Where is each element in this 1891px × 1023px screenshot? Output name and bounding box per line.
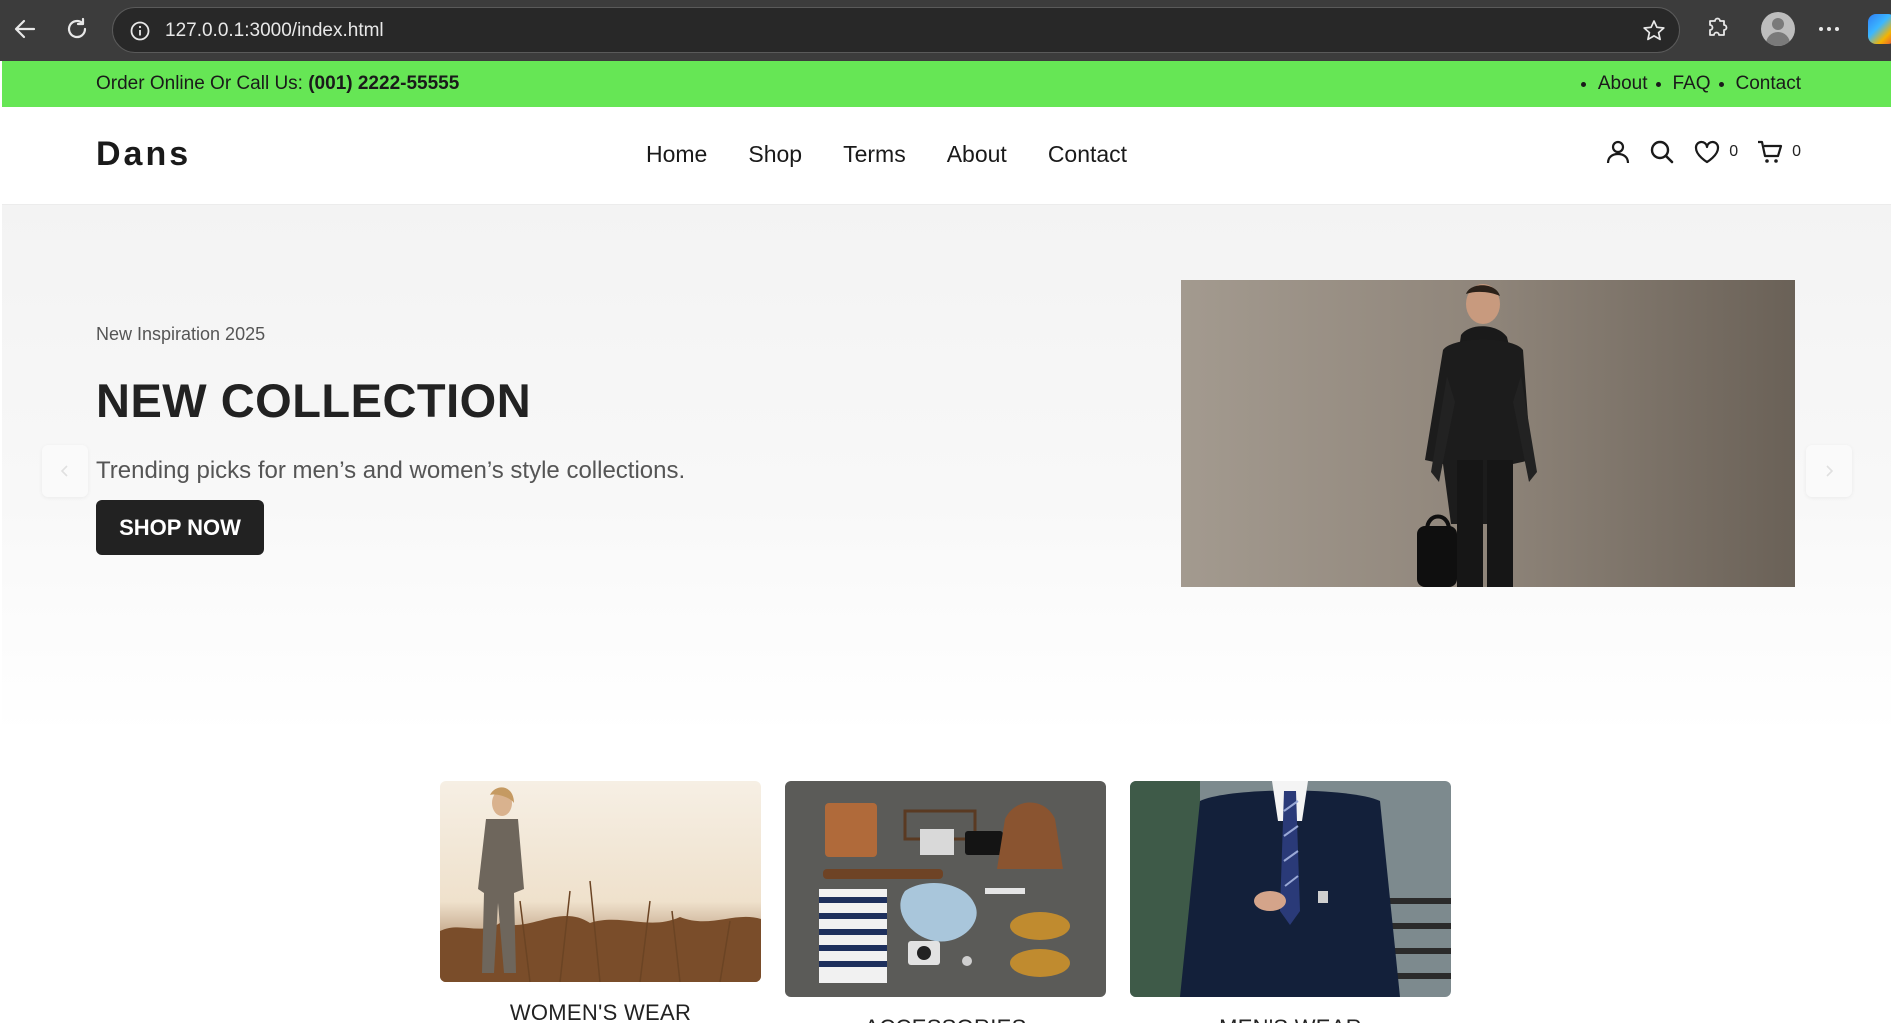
hero-description: Trending picks for men’s and women’s sty… — [96, 457, 686, 484]
category-label-mens[interactable]: MEN'S WEAR — [1130, 1015, 1451, 1023]
user-account-icon[interactable] — [1605, 139, 1631, 165]
wishlist-button[interactable]: 0 — [1693, 139, 1738, 165]
top-link-contact[interactable]: Contact — [1736, 73, 1801, 95]
bookmark-star-icon[interactable] — [1641, 18, 1667, 49]
wishlist-count: 0 — [1729, 143, 1739, 160]
category-image-accessories[interactable] — [785, 781, 1106, 997]
bullet-dot — [1718, 81, 1724, 87]
chevron-right-icon — [1826, 465, 1834, 477]
browser-toolbar: 127.0.0.1:3000/index.html — [0, 0, 1891, 61]
hero-slider: New Inspiration 2025 NEW COLLECTION Tren… — [2, 205, 1891, 735]
cart-button[interactable]: 0 — [1756, 139, 1801, 165]
bullet-dot — [1580, 81, 1586, 87]
category-section: WOMEN'S WEAR — [2, 781, 1891, 1023]
category-image-womens[interactable] — [440, 781, 761, 982]
category-card-accessories[interactable]: ACCESSORIES — [785, 781, 1106, 1023]
top-announcement-bar: Order Online Or Call Us: (001) 2222-5555… — [2, 61, 1891, 107]
more-options-icon[interactable] — [1814, 16, 1844, 47]
profile-avatar-icon[interactable] — [1761, 12, 1795, 46]
nav-item-contact[interactable]: Contact — [1048, 141, 1127, 168]
extensions-icon[interactable] — [1702, 13, 1732, 48]
top-link-faq[interactable]: FAQ — [1673, 73, 1711, 95]
slider-prev-button[interactable] — [42, 445, 88, 497]
hero-subtitle: New Inspiration 2025 — [96, 324, 266, 344]
site-header: Dans Home Shop Terms About Contact 0 0 — [2, 107, 1891, 205]
back-button[interactable] — [10, 14, 40, 44]
nav-item-shop[interactable]: Shop — [748, 141, 802, 168]
heart-icon — [1695, 140, 1720, 164]
site-info-icon[interactable] — [129, 20, 151, 47]
reload-button[interactable] — [62, 14, 92, 44]
nav-item-about[interactable]: About — [947, 141, 1007, 168]
category-label-accessories[interactable]: ACCESSORIES — [785, 1015, 1106, 1023]
reload-icon — [67, 17, 87, 39]
site-logo[interactable]: Dans — [96, 135, 191, 174]
category-card-mens[interactable]: MEN'S WEAR — [1130, 781, 1451, 1023]
url-text[interactable]: 127.0.0.1:3000/index.html — [165, 20, 384, 42]
order-contact-text: Order Online Or Call Us: (001) 2222-5555… — [96, 73, 459, 95]
webpage: Order Online Or Call Us: (001) 2222-5555… — [2, 61, 1891, 1023]
shopping-cart-icon — [1758, 140, 1783, 163]
slider-next-button[interactable] — [1806, 445, 1852, 497]
top-links: About FAQ Contact — [1573, 73, 1801, 95]
category-card-womens[interactable]: WOMEN'S WEAR — [440, 781, 761, 1023]
main-navigation: Home Shop Terms About Contact — [646, 141, 1168, 168]
category-image-mens[interactable] — [1130, 781, 1451, 997]
nav-item-home[interactable]: Home — [646, 141, 707, 168]
bullet-dot — [1655, 81, 1661, 87]
cart-count: 0 — [1792, 143, 1801, 160]
copilot-icon[interactable] — [1868, 14, 1891, 44]
header-icons: 0 0 — [1587, 139, 1801, 165]
order-prefix: Order Online Or Call Us: — [96, 73, 303, 94]
hero-image-man-leather-jacket — [1181, 280, 1795, 587]
address-bar[interactable]: 127.0.0.1:3000/index.html — [112, 7, 1680, 53]
shop-now-button[interactable]: SHOP NOW — [96, 500, 264, 555]
phone-number[interactable]: (001) 2222-55555 — [308, 73, 459, 94]
search-icon[interactable] — [1649, 139, 1675, 165]
category-label-womens[interactable]: WOMEN'S WEAR — [440, 1000, 761, 1023]
top-link-about[interactable]: About — [1598, 73, 1648, 95]
back-arrow-icon — [14, 19, 36, 39]
chevron-left-icon — [60, 465, 68, 477]
hero-title: NEW COLLECTION — [96, 374, 532, 427]
nav-item-terms[interactable]: Terms — [843, 141, 906, 168]
